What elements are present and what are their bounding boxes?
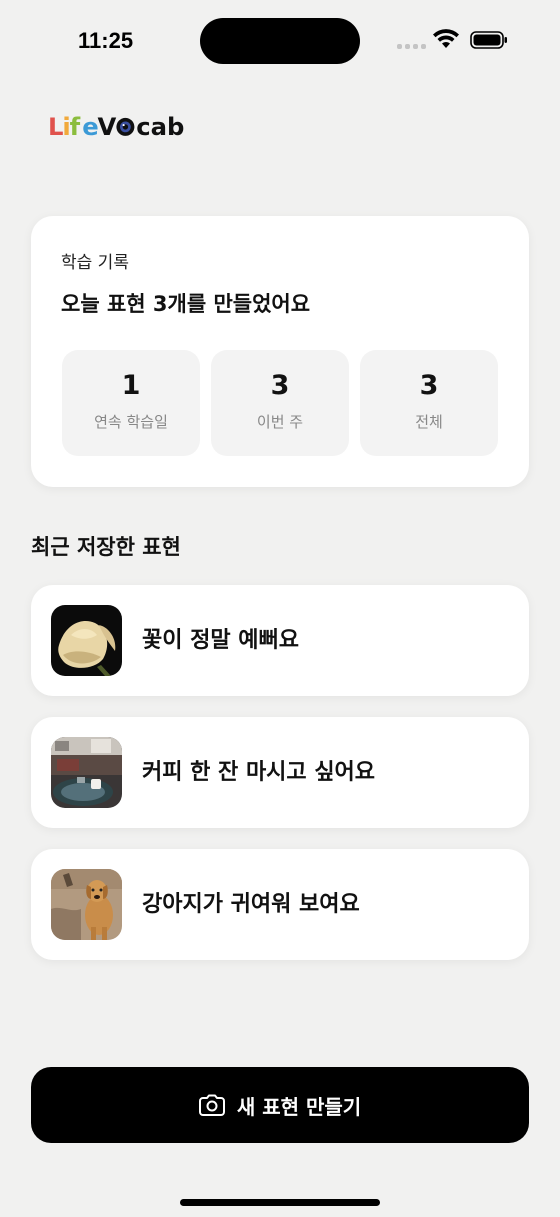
stat-label: 전체 — [415, 413, 443, 431]
expression-text: 커피 한 잔 마시고 싶어요 — [142, 760, 376, 785]
learning-record-card: 학습 기록 오늘 표현 3개를 만들었어요 1 연속 학습일 3 이번 주 3 … — [31, 216, 529, 487]
stat-value: 3 — [270, 370, 290, 401]
cafe-photo-thumbnail — [51, 737, 122, 808]
home-indicator[interactable] — [180, 1199, 380, 1206]
stat-total: 3 전체 — [360, 350, 498, 456]
new-expression-label: 새 표현 만들기 — [236, 1094, 362, 1119]
stat-label: 이번 주 — [256, 413, 304, 431]
stat-value: 3 — [419, 370, 439, 401]
recent-expression-item[interactable]: 커피 한 잔 마시고 싶어요 — [31, 717, 529, 828]
summary-label: 학습 기록 — [61, 253, 129, 273]
svg-text:e: e — [82, 112, 98, 141]
stat-value: 1 — [121, 370, 141, 401]
stat-label: 연속 학습일 — [94, 413, 168, 431]
dynamic-island — [200, 18, 360, 64]
status-time: 11:25 — [78, 28, 134, 53]
svg-text:L: L — [48, 112, 63, 141]
stat-this-week: 3 이번 주 — [211, 350, 349, 456]
expression-text: 강아지가 귀여워 보여요 — [142, 892, 360, 917]
app-logo: L i f e V cab — [48, 112, 184, 141]
summary-headline: 오늘 표현 3개를 만들었어요 — [61, 292, 311, 316]
recent-expression-item[interactable]: 강아지가 귀여워 보여요 — [31, 849, 529, 960]
flower-photo-thumbnail — [51, 605, 122, 676]
svg-text:V: V — [98, 112, 117, 141]
dog-photo-thumbnail — [51, 869, 122, 940]
status-bar: 11:25 — [0, 0, 560, 80]
recent-section-title: 최근 저장한 표현 — [31, 535, 181, 559]
stat-streak-days: 1 연속 학습일 — [62, 350, 200, 456]
battery-icon — [470, 31, 507, 49]
svg-text:f: f — [70, 112, 81, 141]
camera-icon — [198, 1094, 225, 1116]
svg-text:cab: cab — [136, 112, 184, 141]
recent-expression-item[interactable]: 꽃이 정말 예뻐요 — [31, 585, 529, 696]
cellular-signal-icon — [397, 44, 426, 49]
expression-text: 꽃이 정말 예뻐요 — [142, 628, 299, 653]
new-expression-button[interactable]: 새 표현 만들기 — [31, 1067, 529, 1143]
wifi-icon — [433, 29, 459, 48]
